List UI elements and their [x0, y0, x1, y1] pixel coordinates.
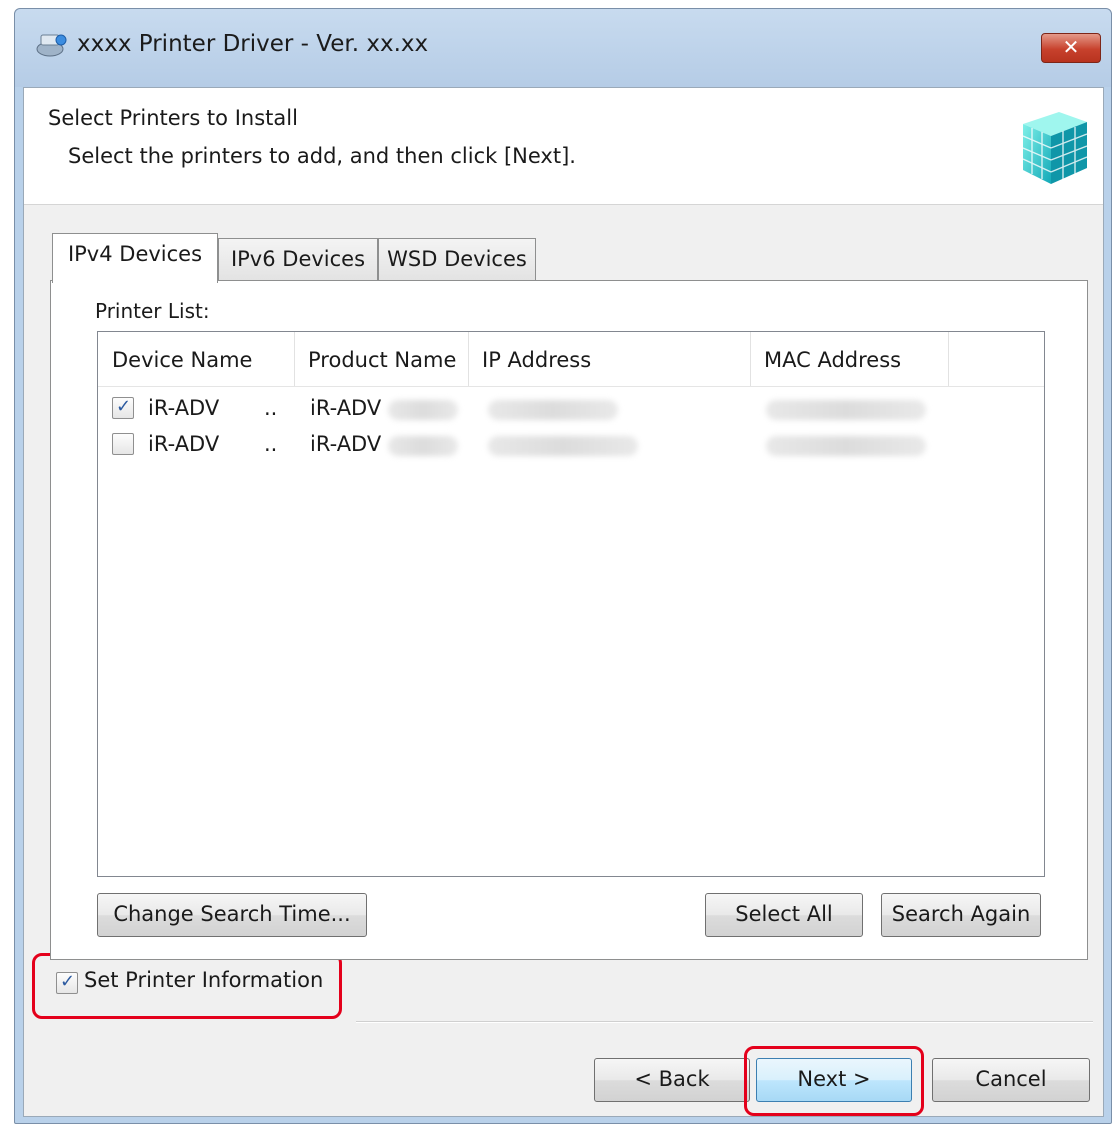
printer-list[interactable]: Device Name Product Name IP Address MAC …	[97, 331, 1045, 877]
device-name-ellipsis: ..	[264, 396, 278, 420]
product-name-cell: iR-ADV	[310, 432, 382, 456]
redacted-mac	[766, 436, 926, 456]
column-header-device-name[interactable]: Device Name	[112, 348, 252, 372]
redacted-product	[388, 400, 458, 420]
check-icon: ✓	[116, 396, 132, 417]
tab-wsd-devices[interactable]: WSD Devices	[378, 238, 536, 282]
product-name-cell: iR-ADV	[310, 396, 382, 420]
page-title: Select Printers to Install	[48, 106, 298, 130]
column-header-ip-address[interactable]: IP Address	[482, 348, 591, 372]
highlight-set-printer-information	[32, 953, 342, 1019]
printer-driver-icon	[36, 34, 67, 57]
tab-label: WSD Devices	[387, 247, 527, 271]
redacted-ip	[488, 400, 618, 420]
redacted-product	[388, 436, 458, 456]
dialog-client: Select Printers to Install Select the pr…	[23, 87, 1104, 1117]
column-header-product-name[interactable]: Product Name	[308, 348, 456, 372]
redacted-ip	[488, 436, 638, 456]
highlight-next-button	[744, 1046, 924, 1116]
cancel-button[interactable]: Cancel	[932, 1058, 1090, 1102]
separator	[356, 1022, 1093, 1023]
tab-label: IPv6 Devices	[230, 247, 366, 271]
change-search-time-button[interactable]: Change Search Time...	[97, 893, 367, 937]
column-header-mac-address[interactable]: MAC Address	[764, 348, 901, 372]
table-row[interactable]: ✓ iR-ADV .. iR-ADV	[98, 390, 1044, 426]
row-checkbox[interactable]	[112, 433, 134, 455]
header-band: Select Printers to Install Select the pr…	[24, 88, 1103, 205]
cube-logo-icon	[1022, 112, 1088, 184]
list-header: Device Name Product Name IP Address MAC …	[98, 332, 1044, 387]
device-name-ellipsis: ..	[264, 432, 278, 456]
page-subtitle: Select the printers to add, and then cli…	[68, 144, 576, 168]
back-button[interactable]: < Back	[594, 1058, 750, 1102]
window-title: xxxx Printer Driver - Ver. xx.xx	[77, 31, 429, 57]
tab-ipv4-devices[interactable]: IPv4 Devices	[52, 233, 218, 283]
redacted-mac	[766, 400, 926, 420]
close-icon: ✕	[1062, 35, 1080, 59]
tab-ipv6-devices[interactable]: IPv6 Devices	[218, 238, 378, 282]
search-again-button[interactable]: Search Again	[881, 893, 1041, 937]
title-bar[interactable]: xxxx Printer Driver - Ver. xx.xx ✕	[15, 9, 1111, 87]
tab-panel-ipv4: Printer List: Device Name Product Name I…	[50, 280, 1088, 960]
installer-window: xxxx Printer Driver - Ver. xx.xx ✕ Selec…	[14, 8, 1112, 1124]
close-button[interactable]: ✕	[1041, 33, 1101, 63]
column-divider[interactable]	[750, 332, 751, 386]
printer-list-label: Printer List:	[95, 299, 210, 323]
row-checkbox[interactable]: ✓	[112, 396, 134, 419]
column-divider[interactable]	[948, 332, 949, 386]
table-row[interactable]: iR-ADV .. iR-ADV	[98, 426, 1044, 462]
column-divider[interactable]	[294, 332, 295, 386]
select-all-button[interactable]: Select All	[705, 893, 863, 937]
device-name-cell: iR-ADV	[148, 396, 220, 420]
device-name-cell: iR-ADV	[148, 432, 220, 456]
tab-label: IPv4 Devices	[67, 242, 203, 266]
column-divider[interactable]	[468, 332, 469, 386]
